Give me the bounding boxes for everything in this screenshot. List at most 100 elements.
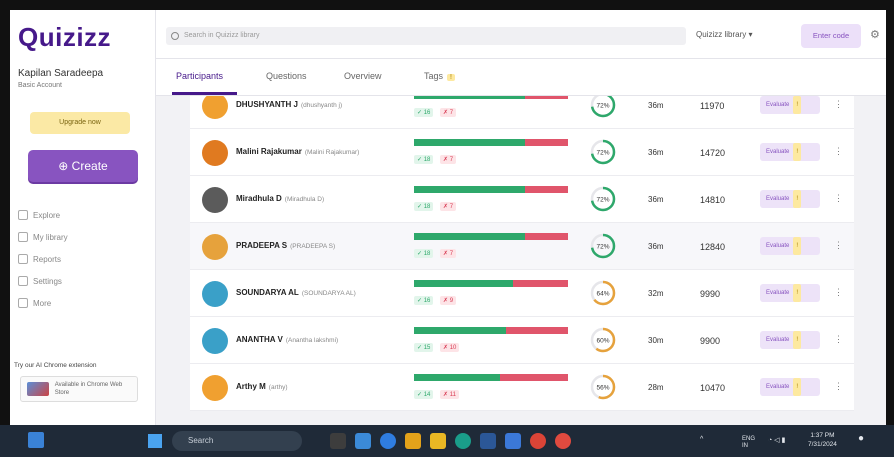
quizizz-logo[interactable]: Quizizz xyxy=(18,22,111,53)
tab-questions[interactable]: Questions xyxy=(266,71,307,81)
time-taken: 32m xyxy=(648,289,664,298)
participant-username: (Anantha lakshmi) xyxy=(285,337,339,344)
upgrade-button[interactable]: Upgrade now xyxy=(30,112,130,134)
evaluate-button[interactable]: Evaluate! xyxy=(760,378,820,396)
participant-name[interactable]: Arthy M (arthy) xyxy=(236,382,288,391)
participant-row[interactable]: PRADEEPA S (PRADEEPA S) ✓ 18 ✗ 7 72% 36m 12840… xyxy=(190,223,854,270)
language-indicator[interactable]: ENG IN xyxy=(742,436,758,450)
evaluate-button[interactable]: Evaluate! xyxy=(760,143,820,161)
widgets-icon[interactable] xyxy=(28,432,44,448)
correct-count: ✓ 18 xyxy=(414,155,434,164)
evaluate-button[interactable]: Evaluate! xyxy=(760,331,820,349)
wrong-count: ✗ 7 xyxy=(440,249,457,258)
evaluate-button[interactable]: Evaluate! xyxy=(760,237,820,255)
library-dropdown[interactable]: Quizizz library ▾ xyxy=(696,30,752,39)
more-options-icon[interactable]: ⋮ xyxy=(834,193,843,204)
accuracy-ring: 72% xyxy=(590,139,616,165)
sidebar-item-settings[interactable]: Settings xyxy=(18,276,148,286)
sidebar-item-reports[interactable]: Reports xyxy=(18,254,148,264)
wrong-count: ✗ 7 xyxy=(440,108,457,117)
evaluate-button[interactable]: Evaluate! xyxy=(760,284,820,302)
task-view-icon[interactable] xyxy=(330,433,346,449)
participant-row[interactable]: Arthy M (arthy) ✓ 14 ✗ 11 56% 28m 10470 Evaluat… xyxy=(190,364,854,411)
more-options-icon[interactable]: ⋮ xyxy=(834,240,843,251)
notification-icon[interactable]: ● xyxy=(858,433,864,444)
wrong-count: ✗ 10 xyxy=(440,343,460,352)
score: 14720 xyxy=(700,148,726,158)
avatar xyxy=(202,96,228,119)
avatar xyxy=(202,140,228,166)
accuracy-label: 60% xyxy=(596,338,609,345)
answer-progress-bar xyxy=(414,327,568,334)
participant-name[interactable]: SOUNDARYA AL (SOUNDARYA AL) xyxy=(236,288,356,297)
sidebar-item-my-library[interactable]: My library xyxy=(18,232,148,242)
search-input[interactable]: Search in Quizizz library xyxy=(166,27,686,45)
participant-username: (SOUNDARYA AL) xyxy=(301,290,356,297)
file-explorer-icon[interactable] xyxy=(405,433,421,449)
tab-participants[interactable]: Participants xyxy=(176,71,223,81)
score: 12840 xyxy=(700,242,726,252)
sidebar-item-explore[interactable]: Explore xyxy=(18,210,148,220)
tab-overview[interactable]: Overview xyxy=(344,71,382,81)
participant-row[interactable]: DHUSHYANTH J (dhushyanth j) ✓ 16 ✗ 7 72% 36m 1… xyxy=(190,96,854,129)
accuracy-ring: 60% xyxy=(590,327,616,353)
time-taken: 36m xyxy=(648,101,664,110)
participant-name[interactable]: DHUSHYANTH J (dhushyanth j) xyxy=(236,100,342,109)
user-name[interactable]: Kapilan Saradeepa xyxy=(18,68,103,79)
participant-name[interactable]: PRADEEPA S (PRADEEPA S) xyxy=(236,241,335,250)
participant-name-text: Miradhula D xyxy=(236,194,282,203)
correct-count: ✓ 14 xyxy=(414,390,434,399)
more-icon xyxy=(18,298,28,308)
participant-row[interactable]: Miradhula D (Miradhula D) ✓ 18 ✗ 7 72% 36m 148… xyxy=(190,176,854,223)
sidebar: Quizizz Kapilan Saradeepa Basic Account … xyxy=(10,10,156,425)
tab-label: Participants xyxy=(176,71,224,81)
participant-name[interactable]: ANANTHA V (Anantha lakshmi) xyxy=(236,335,338,344)
settings-app-icon[interactable] xyxy=(355,433,371,449)
participant-username: (Malini Rajakumar) xyxy=(304,149,360,156)
clock[interactable]: 1:37 PM 7/31/2024 xyxy=(808,431,837,449)
tray-chevron-icon[interactable]: ^ xyxy=(700,436,703,443)
extension-promo[interactable]: Available in Chrome Web Store xyxy=(20,376,138,402)
participant-name[interactable]: Malini Rajakumar (Malini Rajakumar) xyxy=(236,147,359,156)
more-options-icon[interactable]: ⋮ xyxy=(834,99,843,110)
more-options-icon[interactable]: ⋮ xyxy=(834,381,843,392)
avatar xyxy=(202,328,228,354)
evaluate-badge: ! xyxy=(793,96,802,114)
sidebar-item-more[interactable]: More xyxy=(18,298,148,308)
more-options-icon[interactable]: ⋮ xyxy=(834,287,843,298)
participant-name[interactable]: Miradhula D (Miradhula D) xyxy=(236,194,324,203)
correct-fill xyxy=(414,374,501,381)
participant-row[interactable]: SOUNDARYA AL (SOUNDARYA AL) ✓ 16 ✗ 9 64% 32m 9… xyxy=(190,270,854,317)
chrome-icon[interactable] xyxy=(530,433,546,449)
answer-progress-bar xyxy=(414,374,568,381)
folder-icon[interactable] xyxy=(430,433,446,449)
compass-icon xyxy=(18,210,28,220)
windows-start-icon[interactable] xyxy=(148,434,162,448)
edge-icon[interactable] xyxy=(380,433,396,449)
participant-name-text: PRADEEPA S xyxy=(236,241,288,250)
mail-icon[interactable] xyxy=(505,433,521,449)
extension-text: Available in Chrome Web Store xyxy=(54,382,123,396)
create-button[interactable]: ⊕ Create xyxy=(28,150,138,182)
evaluate-button[interactable]: Evaluate! xyxy=(760,96,820,114)
more-options-icon[interactable]: ⋮ xyxy=(834,334,843,345)
taskbar-search-input[interactable]: Search xyxy=(172,431,302,451)
evaluate-badge: ! xyxy=(793,190,802,208)
chrome-profile-icon[interactable] xyxy=(555,433,571,449)
participant-name-text: Malini Rajakumar xyxy=(236,147,302,156)
answer-progress-bar xyxy=(414,96,568,99)
store-icon[interactable] xyxy=(480,433,496,449)
tab-tags[interactable]: Tags! xyxy=(424,71,455,81)
evaluate-button[interactable]: Evaluate! xyxy=(760,190,820,208)
gear-icon[interactable]: ⚙ xyxy=(870,28,882,41)
accuracy-ring: 72% xyxy=(590,96,616,118)
more-options-icon[interactable]: ⋮ xyxy=(834,146,843,157)
accuracy-ring: 64% xyxy=(590,280,616,306)
network-volume-icons[interactable]: ◔ ◁ ▮ xyxy=(768,436,785,444)
app-icon[interactable] xyxy=(455,433,471,449)
participant-row[interactable]: ANANTHA V (Anantha lakshmi) ✓ 15 ✗ 10 60% 30m… xyxy=(190,317,854,364)
correct-fill xyxy=(414,96,525,99)
participant-row[interactable]: Malini Rajakumar (Malini Rajakumar) ✓ 18 ✗ … xyxy=(190,129,854,176)
correct-count: ✓ 16 xyxy=(414,296,434,305)
enter-code-button[interactable]: Enter code xyxy=(801,24,861,48)
